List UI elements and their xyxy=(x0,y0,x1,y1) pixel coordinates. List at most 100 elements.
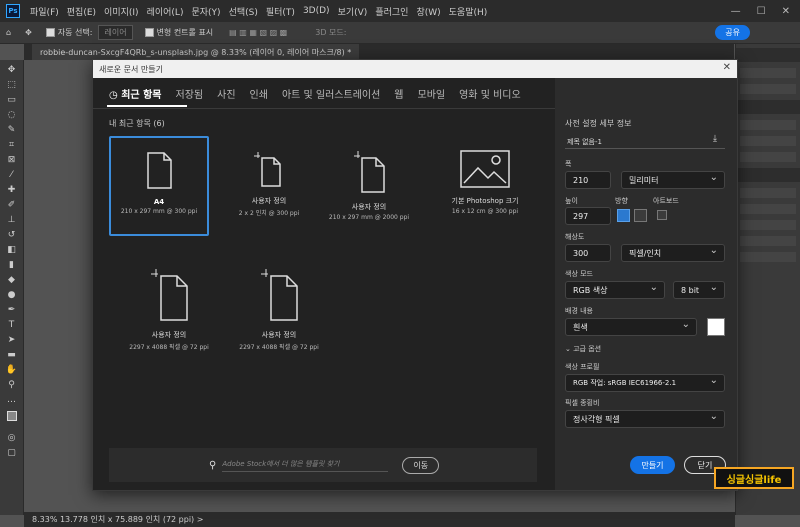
tab-photo[interactable]: 사진 xyxy=(217,86,235,101)
landscape-orientation-button[interactable] xyxy=(634,209,647,222)
preset-tile[interactable]: 사용자 정의 2 x 2 인치 @ 300 ppi xyxy=(219,136,319,236)
home-icon[interactable]: ⌂ xyxy=(6,28,11,37)
background-value: 흰색 xyxy=(573,322,588,332)
resolution-unit-select[interactable]: 픽셀/인치 xyxy=(621,244,725,262)
document-name-field[interactable]: 제목 없음-1 xyxy=(567,137,602,147)
gradient-tool-icon[interactable]: ▮ xyxy=(5,259,19,271)
menu-plugins[interactable]: 플러그인 xyxy=(371,5,412,18)
frame-tool-icon[interactable]: ⊠ xyxy=(5,154,19,166)
tab-saved[interactable]: 저장됨 xyxy=(176,86,204,101)
advanced-options-label: 고급 옵션 xyxy=(573,345,602,353)
menu-type[interactable]: 문자(Y) xyxy=(187,5,224,18)
advanced-options-toggle[interactable]: ⌄ 고급 옵션 xyxy=(565,344,601,354)
minimize-icon[interactable]: — xyxy=(731,6,741,17)
menu-help[interactable]: 도움말(H) xyxy=(445,5,492,18)
artboard-checkbox[interactable] xyxy=(657,210,667,220)
menu-window[interactable]: 창(W) xyxy=(412,5,444,18)
panel-row xyxy=(740,136,796,146)
menu-view[interactable]: 보기(V) xyxy=(334,5,372,18)
history-brush-icon[interactable]: ↺ xyxy=(5,229,19,241)
pixel-aspect-select[interactable]: 정사각형 픽셀 xyxy=(565,410,725,428)
blur-tool-icon[interactable]: ◆ xyxy=(5,274,19,286)
eyedropper-tool-icon[interactable]: ⁄ xyxy=(5,169,19,181)
brush-tool-icon[interactable]: ✐ xyxy=(5,199,19,211)
panel-tab-bar[interactable] xyxy=(736,100,800,114)
marquee-tool-icon[interactable]: ▭ xyxy=(5,94,19,106)
maximize-icon[interactable]: ☐ xyxy=(757,6,766,17)
clock-icon: ◷ xyxy=(109,89,118,101)
auto-select-label: 자동 선택: xyxy=(57,28,93,37)
menu-filter[interactable]: 필터(T) xyxy=(262,5,299,18)
menu-image[interactable]: 이미지(I) xyxy=(100,5,143,18)
create-button[interactable]: 만들기 xyxy=(630,456,675,474)
move-tool-icon[interactable]: ✥ xyxy=(25,28,32,37)
healing-tool-icon[interactable]: ✚ xyxy=(5,184,19,196)
move-tool-icon[interactable]: ✥ xyxy=(5,64,19,76)
panel-row xyxy=(740,84,796,94)
save-preset-icon[interactable]: ⤓ xyxy=(713,134,725,146)
tab-mobile[interactable]: 모바일 xyxy=(418,86,446,101)
transform-controls-checkbox[interactable] xyxy=(144,28,154,37)
type-tool-icon[interactable]: T xyxy=(5,319,19,331)
hand-tool-icon[interactable]: ✋ xyxy=(5,364,19,376)
transform-controls-option[interactable]: 변형 컨트롤 표시 xyxy=(144,27,213,38)
height-input[interactable]: 297 xyxy=(565,207,611,225)
menu-select[interactable]: 선택(S) xyxy=(225,5,262,18)
stock-search-input[interactable]: Adobe Stock에서 더 많은 템플릿 찾기 xyxy=(222,459,389,472)
eraser-tool-icon[interactable]: ◧ xyxy=(5,244,19,256)
path-select-tool-icon[interactable]: ➤ xyxy=(5,334,19,346)
tab-film-video[interactable]: 영화 및 비디오 xyxy=(459,86,521,101)
auto-select-option[interactable]: 자동 선택: xyxy=(45,27,93,38)
quick-select-tool-icon[interactable]: ✎ xyxy=(5,124,19,136)
resolution-input[interactable]: 300 xyxy=(565,244,611,262)
tab-print[interactable]: 인쇄 xyxy=(250,86,268,101)
dodge-tool-icon[interactable]: ● xyxy=(5,289,19,301)
rectangle-tool-icon[interactable]: ▬ xyxy=(5,349,19,361)
zoom-tool-icon[interactable]: ⚲ xyxy=(5,379,19,391)
preset-tile[interactable]: 사용자 정의 2297 x 4088 픽셀 @ 72 ppi xyxy=(229,254,329,354)
screen-mode-icon[interactable]: ▢ xyxy=(5,447,19,459)
close-icon[interactable]: ✕ xyxy=(723,62,731,73)
width-unit-select[interactable]: 밀리미터 xyxy=(621,171,725,189)
preset-tile[interactable]: A4 210 x 297 mm @ 300 ppi xyxy=(109,136,209,236)
background-color-swatch[interactable] xyxy=(707,318,725,336)
orientation-label: 방향 xyxy=(615,197,628,205)
tab-art-illustration[interactable]: 아트 및 일러스트레이션 xyxy=(282,86,380,101)
custom-document-icon xyxy=(354,151,385,193)
background-select[interactable]: 흰색 xyxy=(565,318,697,336)
height-label: 높이 xyxy=(565,197,578,205)
menu-file[interactable]: 파일(F) xyxy=(26,5,63,18)
share-button[interactable]: 공유 xyxy=(715,25,750,40)
preset-tile[interactable]: 사용자 정의 2297 x 4088 픽셀 @ 72 ppi xyxy=(119,254,219,354)
preset-tile[interactable]: 사용자 정의 210 x 297 mm @ 2000 ppi xyxy=(319,136,419,236)
preset-tile[interactable]: 기본 Photoshop 크기 16 x 12 cm @ 300 ppi xyxy=(435,136,535,236)
color-swatches-icon[interactable] xyxy=(5,409,19,429)
stamp-tool-icon[interactable]: ⊥ xyxy=(5,214,19,226)
panel-row xyxy=(740,204,796,214)
auto-select-target[interactable]: 레이어 xyxy=(98,25,133,40)
color-profile-select[interactable]: RGB 작업: sRGB IEC61966-2.1 xyxy=(565,374,725,392)
artboard-tool-icon[interactable]: ⬚ xyxy=(5,79,19,91)
tab-web[interactable]: 웹 xyxy=(394,86,403,101)
tab-recent[interactable]: ◷ 최근 항목 xyxy=(109,86,162,101)
goto-button[interactable]: 이동 xyxy=(402,456,440,474)
more-tools-icon[interactable]: … xyxy=(5,394,19,406)
panel-tab-bar[interactable] xyxy=(736,168,800,182)
auto-select-checkbox[interactable] xyxy=(45,28,55,37)
panel-tab-bar[interactable] xyxy=(736,48,800,62)
document-tab[interactable]: robbie-duncan-SxcgF4QRb_s-unsplash.jpg @… xyxy=(32,44,360,60)
crop-tool-icon[interactable]: ⌗ xyxy=(5,139,19,151)
lasso-tool-icon[interactable]: ◌ xyxy=(5,109,19,121)
pen-tool-icon[interactable]: ✒ xyxy=(5,304,19,316)
portrait-orientation-button[interactable] xyxy=(617,209,630,222)
bit-depth-select[interactable]: 8 bit xyxy=(673,281,725,299)
menu-edit[interactable]: 편집(E) xyxy=(63,5,100,18)
menu-3d[interactable]: 3D(D) xyxy=(299,6,334,16)
color-mode-select[interactable]: RGB 색상 xyxy=(565,281,665,299)
align-icons[interactable]: ▤ ▥ ▦ ▧ ▨ ▩ xyxy=(229,28,287,37)
3d-mode-label: 3D 모드: xyxy=(315,28,347,37)
menu-layer[interactable]: 레이어(L) xyxy=(143,5,188,18)
quick-mask-icon[interactable]: ◎ xyxy=(5,432,19,444)
close-window-icon[interactable]: ✕ xyxy=(782,6,790,17)
width-input[interactable]: 210 xyxy=(565,171,611,189)
